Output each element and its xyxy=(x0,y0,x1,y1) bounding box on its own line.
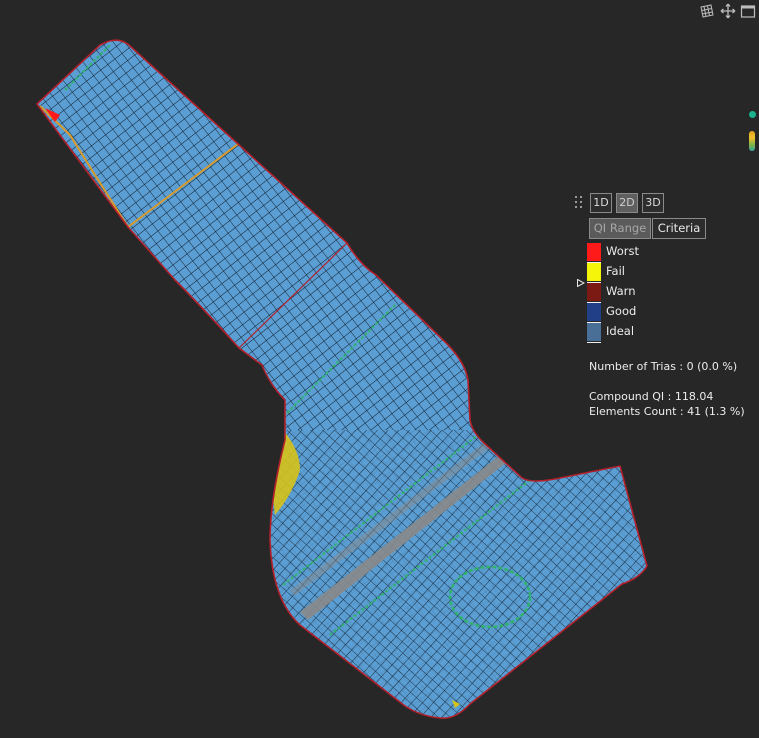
elements-count: Elements Count : 41 (1.3 %) xyxy=(589,405,745,418)
legend-label-ideal: Ideal xyxy=(606,324,635,338)
tab-3d[interactable]: 3D xyxy=(642,193,664,213)
window-icon[interactable] xyxy=(740,3,756,19)
mesh-lower-region xyxy=(270,430,647,719)
legend-swatch-worst[interactable] xyxy=(587,243,601,261)
criteria-button[interactable]: Criteria xyxy=(652,218,706,239)
compound-qi: Compound QI : 118.04 xyxy=(589,390,714,403)
legend-pointer-icon[interactable] xyxy=(577,279,585,287)
legend-label-good: Good xyxy=(606,304,637,318)
legend-label-worst: Worst xyxy=(606,244,639,258)
legend-swatch-warn[interactable] xyxy=(587,283,601,301)
tab-1d[interactable]: 1D xyxy=(590,193,612,213)
mesh-view-icon[interactable] xyxy=(699,3,715,19)
drag-handle-icon[interactable] xyxy=(575,196,585,212)
move-icon[interactable] xyxy=(720,3,736,19)
legend-swatch-fail[interactable] xyxy=(587,263,601,281)
quality-legend xyxy=(587,241,601,343)
status-dot xyxy=(749,111,756,118)
legend-label-warn: Warn xyxy=(606,284,636,298)
qi-range-button[interactable]: QI Range xyxy=(589,218,651,239)
mini-color-legend-icon[interactable] xyxy=(749,131,755,151)
quality-index-panel: 1D 2D 3D QI Range Criteria Worst Fail Wa… xyxy=(575,192,755,432)
legend-label-fail: Fail xyxy=(606,264,625,278)
tab-2d[interactable]: 2D xyxy=(616,193,638,213)
legend-swatch-ideal[interactable] xyxy=(587,323,601,341)
trias-count: Number of Trias : 0 (0.0 %) xyxy=(589,360,738,373)
shell-mesh[interactable] xyxy=(35,39,660,730)
legend-swatch-good[interactable] xyxy=(587,303,601,321)
